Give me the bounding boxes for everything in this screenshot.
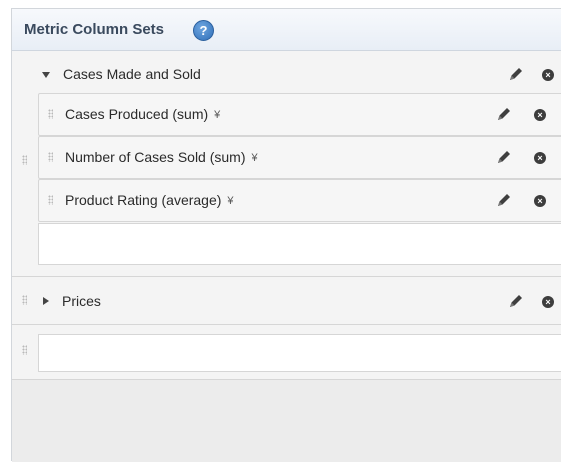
panel-title: Metric Column Sets (24, 21, 165, 38)
set-label: Prices (62, 293, 101, 309)
metric-name: Product Rating (average) (65, 192, 222, 208)
double-chevron-down-icon[interactable]: ¥ (252, 152, 258, 164)
remove-icon[interactable]: × (542, 69, 554, 81)
metric-item[interactable]: Product Rating (average) ¥ × (38, 179, 561, 222)
help-icon[interactable]: ? (193, 20, 214, 41)
metric-name: Cases Produced (sum) (65, 106, 209, 122)
remove-icon[interactable]: × (534, 109, 546, 121)
drag-handle-icon[interactable] (48, 109, 53, 119)
expand-toggle-icon[interactable] (43, 297, 49, 305)
remove-icon[interactable]: × (542, 296, 554, 308)
double-chevron-down-icon[interactable]: ¥ (227, 195, 233, 207)
drag-handle-icon[interactable] (22, 295, 27, 305)
panel-empty-area (12, 379, 561, 462)
column-set-cases-made-and-sold: Cases Made and Sold × Cases Produced (su… (12, 51, 561, 276)
remove-icon[interactable]: × (534, 195, 546, 207)
drag-handle-icon[interactable] (22, 345, 27, 355)
metric-name: Number of Cases Sold (sum) (65, 149, 246, 165)
metric-drop-zone[interactable] (38, 223, 561, 265)
collapse-toggle-icon[interactable] (42, 72, 50, 78)
drag-handle-icon[interactable] (48, 195, 53, 205)
sets-container: Cases Made and Sold × Cases Produced (su… (12, 51, 561, 462)
column-set-prices: Prices × (12, 277, 561, 324)
edit-pencil-icon[interactable] (495, 148, 513, 166)
drag-handle-icon[interactable] (48, 152, 53, 162)
double-chevron-down-icon[interactable]: ¥ (214, 109, 220, 121)
edit-pencil-icon[interactable] (495, 105, 513, 123)
new-set-drop-zone[interactable] (38, 334, 561, 372)
metric-label: Product Rating (average) ¥ (65, 192, 234, 208)
edit-pencil-icon[interactable] (507, 65, 525, 83)
metric-label: Number of Cases Sold (sum) ¥ (65, 149, 258, 165)
drag-handle-icon[interactable] (22, 155, 27, 165)
edit-pencil-icon[interactable] (495, 191, 513, 209)
edit-pencil-icon[interactable] (507, 292, 525, 310)
panel-header: Metric Column Sets ? (12, 9, 561, 51)
remove-icon[interactable]: × (534, 152, 546, 164)
metric-label: Cases Produced (sum) ¥ (65, 106, 220, 122)
new-set-row (12, 325, 561, 379)
set-label: Cases Made and Sold (63, 66, 201, 82)
metric-column-sets-panel: Metric Column Sets ? Cases Made and Sold… (11, 8, 561, 462)
metric-item[interactable]: Number of Cases Sold (sum) ¥ × (38, 136, 561, 179)
metric-item[interactable]: Cases Produced (sum) ¥ × (38, 93, 561, 136)
